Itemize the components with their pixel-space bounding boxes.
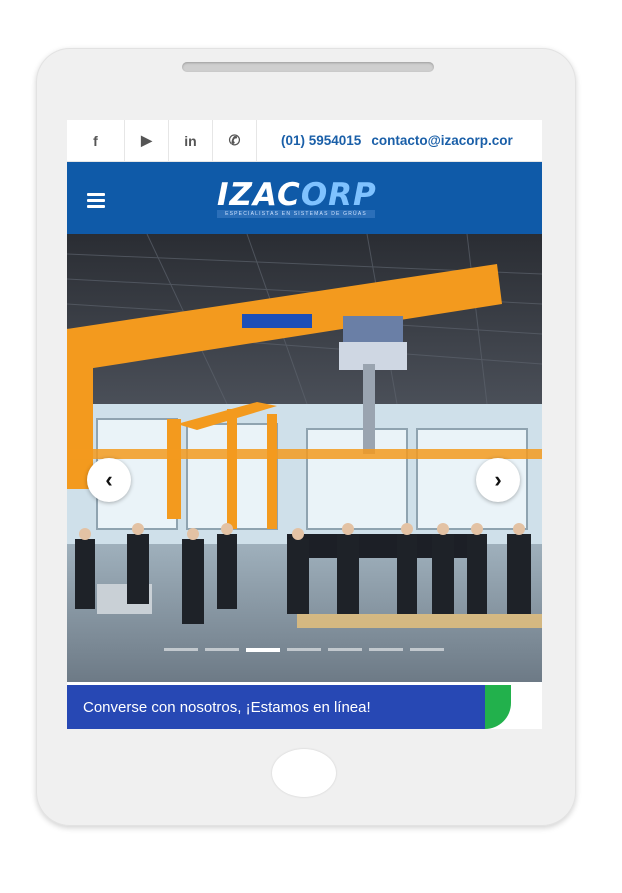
device-home-button[interactable] bbox=[272, 749, 336, 797]
carousel-dot[interactable] bbox=[328, 648, 362, 651]
carousel-dot[interactable] bbox=[164, 648, 198, 651]
facebook-icon[interactable]: f bbox=[67, 120, 125, 161]
carousel-dot[interactable] bbox=[369, 648, 403, 651]
live-chat-bar[interactable]: Converse con nosotros, ¡Estamos en línea… bbox=[67, 685, 542, 729]
carousel-next-button[interactable]: › bbox=[476, 458, 520, 502]
contact-info: (01) 5954015 contacto@izacorp.cor bbox=[281, 133, 523, 148]
phone-link[interactable]: (01) 5954015 bbox=[281, 133, 361, 148]
carousel-prev-button[interactable]: ‹ bbox=[87, 458, 131, 502]
logo-accent-text: ORP bbox=[300, 177, 377, 213]
top-contact-bar: f ▶ in ✆ (01) 5954015 contacto@izacorp.co… bbox=[67, 120, 542, 162]
logo-tagline: ESPECIALISTAS EN SISTEMAS DE GRÚAS bbox=[217, 210, 375, 218]
main-navbar: IZACORP ESPECIALISTAS EN SISTEMAS DE GRÚ… bbox=[67, 162, 542, 234]
carousel-indicators bbox=[164, 648, 444, 652]
linkedin-icon[interactable]: in bbox=[169, 120, 213, 161]
youtube-icon[interactable]: ▶ bbox=[125, 120, 169, 161]
carousel-dot-active[interactable] bbox=[246, 648, 280, 652]
carousel-dot[interactable] bbox=[287, 648, 321, 651]
whatsapp-icon[interactable]: ✆ bbox=[213, 120, 257, 161]
carousel-dot[interactable] bbox=[410, 648, 444, 651]
device-speaker bbox=[182, 62, 434, 72]
email-link[interactable]: contacto@izacorp.cor bbox=[371, 133, 512, 148]
hero-slide-image bbox=[67, 234, 542, 682]
chat-label: Converse con nosotros, ¡Estamos en línea… bbox=[83, 698, 371, 716]
logo-main-text: IZAC bbox=[217, 177, 301, 213]
carousel-dot[interactable] bbox=[205, 648, 239, 651]
hamburger-menu-icon[interactable] bbox=[87, 193, 105, 208]
screen: f ▶ in ✆ (01) 5954015 contacto@izacorp.co… bbox=[67, 120, 542, 729]
hero-carousel: ‹ › bbox=[67, 234, 542, 682]
izacorp-logo[interactable]: IZACORP ESPECIALISTAS EN SISTEMAS DE GRÚ… bbox=[217, 178, 397, 222]
